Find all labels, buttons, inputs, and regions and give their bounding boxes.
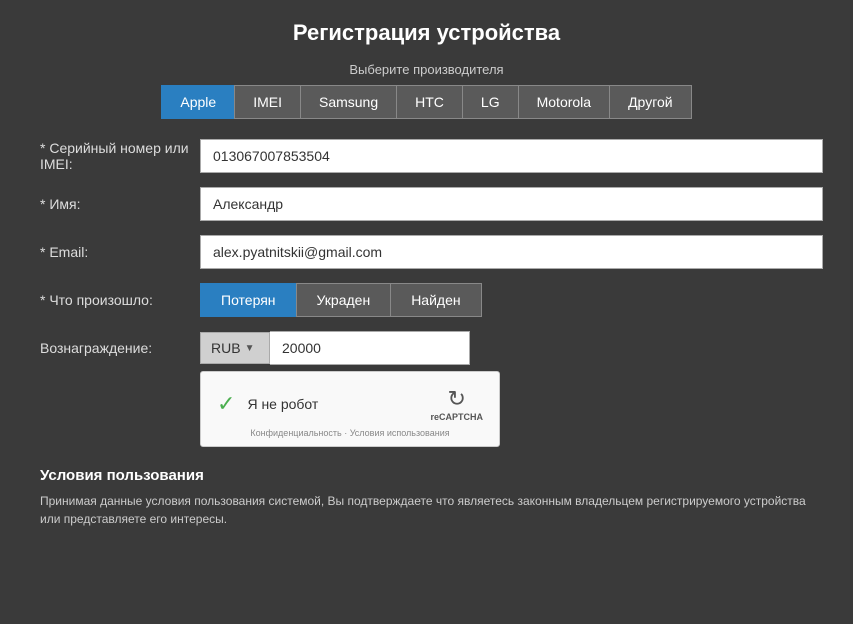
captcha-branding: reCAPTCHA xyxy=(430,412,483,422)
event-lost[interactable]: Потерян xyxy=(200,283,296,317)
manufacturer-label: Выберите производителя xyxy=(30,62,823,77)
captcha-check-area: ✓ Я не робот xyxy=(217,391,318,417)
currency-select[interactable]: RUB ▼ xyxy=(200,332,270,364)
captcha-box[interactable]: ✓ Я не робот ↻ reCAPTCHA Конфиденциально… xyxy=(200,371,500,447)
email-row: * Email: xyxy=(30,235,823,269)
tab-other[interactable]: Другой xyxy=(609,85,692,119)
tab-samsung[interactable]: Samsung xyxy=(300,85,396,119)
captcha-checkmark-icon: ✓ xyxy=(217,391,235,417)
form-section: * Серийный номер или IMEI: * Имя: * Emai… xyxy=(30,139,823,365)
serial-input[interactable] xyxy=(200,139,823,173)
recaptcha-icon: ↻ xyxy=(448,386,466,412)
event-row: * Что произошло: Потерян Украден Найден xyxy=(30,283,823,317)
terms-title: Условия пользования xyxy=(40,467,813,484)
name-row: * Имя: xyxy=(30,187,823,221)
serial-label: * Серийный номер или IMEI: xyxy=(30,140,200,172)
captcha-footer: Конфиденциальность · Условия использован… xyxy=(217,428,483,438)
captcha-logo: ↻ reCAPTCHA xyxy=(430,386,483,422)
event-stolen[interactable]: Украден xyxy=(296,283,391,317)
tab-motorola[interactable]: Motorola xyxy=(518,85,609,119)
tabs-row: Apple IMEI Samsung HTC LG Motorola Друго… xyxy=(30,85,823,119)
event-found[interactable]: Найден xyxy=(390,283,481,317)
tab-htc[interactable]: HTC xyxy=(396,85,462,119)
email-label: * Email: xyxy=(30,244,200,260)
event-label: * Что произошло: xyxy=(30,292,200,308)
captcha-container: ✓ Я не робот ↻ reCAPTCHA Конфиденциально… xyxy=(200,371,823,447)
terms-section: Условия пользования Принимая данные усло… xyxy=(30,467,823,528)
chevron-down-icon: ▼ xyxy=(245,343,255,354)
tab-apple[interactable]: Apple xyxy=(161,85,234,119)
page-title: Регистрация устройства xyxy=(30,20,823,46)
reward-input[interactable] xyxy=(270,331,470,365)
currency-value: RUB xyxy=(211,340,241,356)
name-label: * Имя: xyxy=(30,196,200,212)
reward-label: Вознаграждение: xyxy=(30,340,200,356)
email-input[interactable] xyxy=(200,235,823,269)
serial-row: * Серийный номер или IMEI: xyxy=(30,139,823,173)
tab-imei[interactable]: IMEI xyxy=(234,85,300,119)
captcha-label: Я не робот xyxy=(247,396,318,412)
page-container: Регистрация устройства Выберите производ… xyxy=(0,0,853,624)
event-radio-group: Потерян Украден Найден xyxy=(200,283,482,317)
captcha-main: ✓ Я не робот ↻ reCAPTCHA xyxy=(217,386,483,422)
reward-row: Вознаграждение: RUB ▼ xyxy=(30,331,823,365)
terms-text: Принимая данные условия пользования сист… xyxy=(40,492,813,528)
name-input[interactable] xyxy=(200,187,823,221)
tab-lg[interactable]: LG xyxy=(462,85,518,119)
